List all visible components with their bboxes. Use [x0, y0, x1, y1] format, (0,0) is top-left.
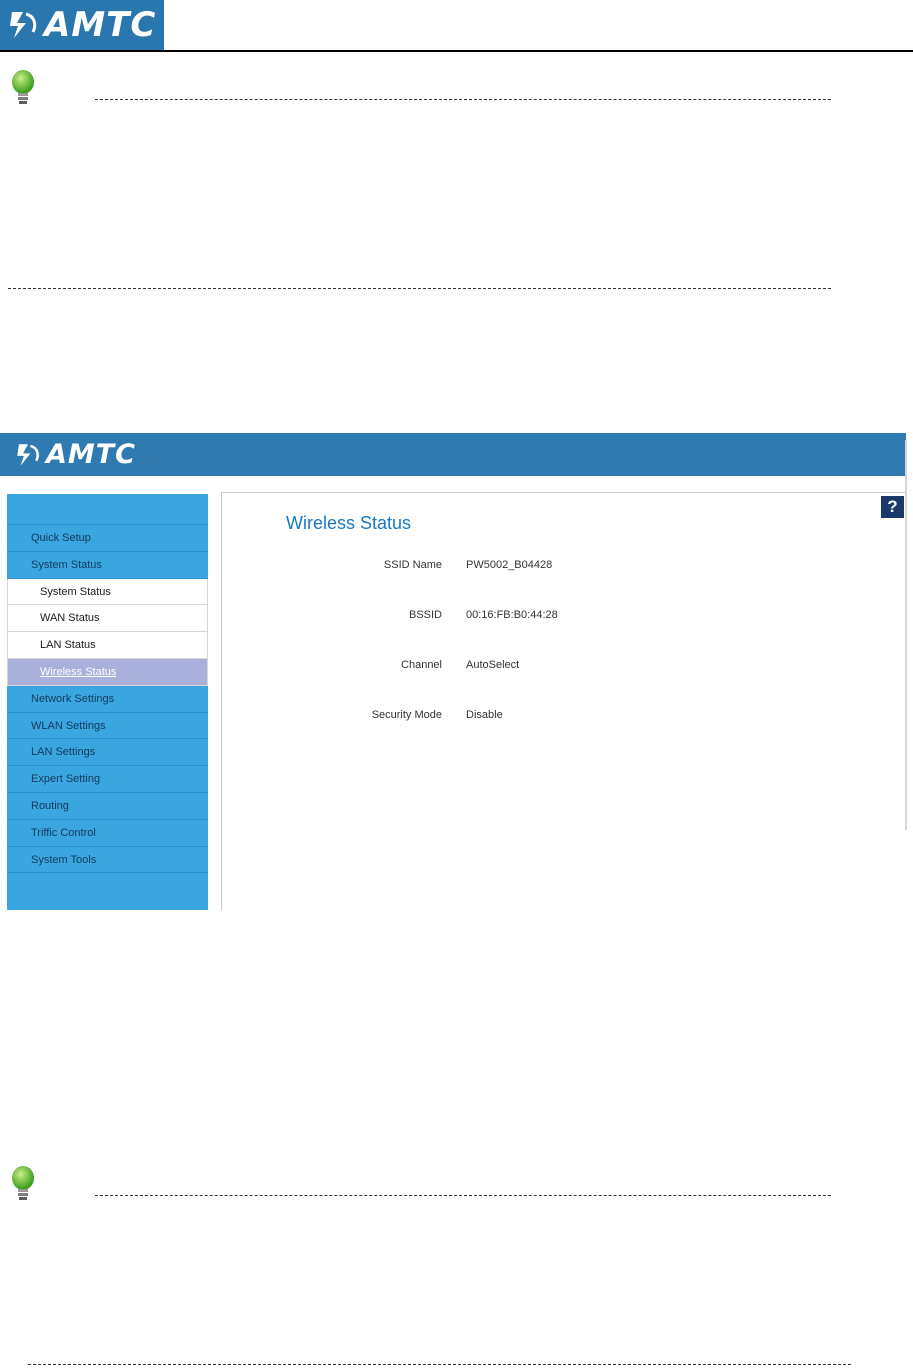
sidebar: Quick Setup System Status System Status … [7, 494, 208, 910]
sidebar-subitem-lan-status[interactable]: LAN Status [7, 632, 208, 659]
bssid-value: 00:16:FB:B0:44:28 [466, 609, 558, 621]
tip-dashed-rule-bottom [8, 288, 831, 289]
channel-value: AutoSelect [466, 659, 520, 671]
sidebar-item-wlan-settings[interactable]: WLAN Settings [7, 713, 208, 740]
doc-logo-text: AMTC [44, 5, 157, 45]
sidebar-header [7, 494, 208, 525]
router-banner: AMTC [0, 433, 906, 476]
sidebar-item-expert-setting[interactable]: Expert Setting [7, 766, 208, 793]
tip-bulb-icon [12, 70, 34, 104]
sidebar-item-system-status[interactable]: System Status [7, 552, 208, 579]
sidebar-item-lan-settings[interactable]: LAN Settings [7, 739, 208, 767]
sidebar-subitem-wireless-status[interactable]: Wireless Status [7, 658, 208, 686]
sidebar-item-traffic-control[interactable]: Triffic Control [7, 820, 208, 847]
router-screenshot: AMTC Quick Setup System Status System St… [0, 433, 907, 910]
content-panel: ? Wireless Status SSID Name PW5002_B0442… [221, 492, 906, 910]
ssid-name-label: SSID Name [383, 559, 442, 571]
channel-label: Channel [401, 659, 442, 671]
sidebar-item-network-settings[interactable]: Network Settings [7, 686, 208, 713]
tip-dashed-rule-top [95, 99, 831, 100]
sidebar-subitem-wan-status[interactable]: WAN Status [7, 605, 208, 633]
page-title: Wireless Status [286, 513, 412, 533]
amtc-logo-icon [10, 12, 37, 38]
doc-header-logo: AMTC [0, 0, 164, 50]
sidebar-item-system-tools[interactable]: System Tools [7, 847, 208, 874]
sidebar-item-routing[interactable]: Routing [7, 793, 208, 820]
router-logo-text: AMTC [46, 439, 136, 470]
security-mode-value: Disable [466, 709, 503, 721]
security-mode-label: Security Mode [371, 709, 442, 721]
tip-bulb-icon [12, 1166, 34, 1200]
scrollbar[interactable] [905, 440, 907, 830]
amtc-logo-icon [17, 443, 39, 466]
sidebar-subitem-system-status[interactable]: System Status [7, 578, 208, 606]
header-rule [0, 50, 913, 52]
tip-dashed-rule-top [95, 1195, 831, 1196]
tip-dashed-rule-bottom [28, 1364, 851, 1365]
help-icon[interactable]: ? [881, 496, 904, 518]
sidebar-item-quick-setup[interactable]: Quick Setup [7, 525, 208, 552]
bssid-label: BSSID [408, 609, 442, 621]
ssid-name-value: PW5002_B04428 [466, 559, 553, 571]
